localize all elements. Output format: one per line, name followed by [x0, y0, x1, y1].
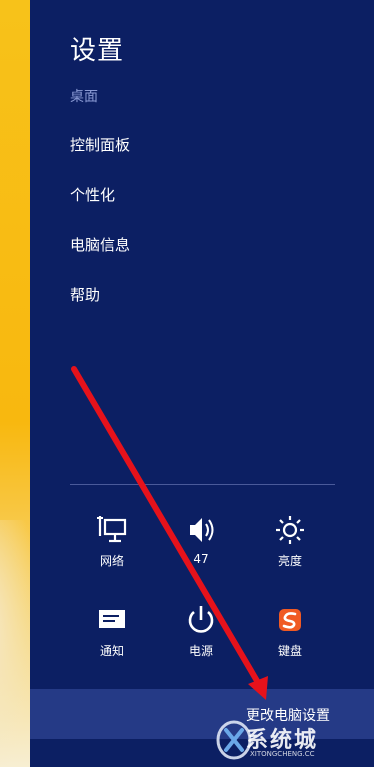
page-title: 设置 [70, 36, 125, 66]
watermark-subtext: XITONGCHENG.CC [250, 750, 315, 758]
power-label: 电源 [188, 644, 213, 658]
keyboard-button[interactable]: 键盘 [258, 602, 322, 659]
network-button[interactable]: 网络 [80, 512, 144, 569]
settings-menu: 控制面板 个性化 电脑信息 帮助 [70, 135, 130, 335]
network-label: 网络 [99, 554, 124, 568]
notifications-button[interactable]: 通知 [80, 602, 144, 659]
context-label: 桌面 [70, 89, 98, 105]
power-button[interactable]: 电源 [169, 602, 233, 659]
desktop-background [0, 0, 30, 767]
brightness-icon [258, 512, 322, 548]
brightness-label: 亮度 [277, 554, 302, 568]
volume-level: 47 [193, 552, 209, 566]
menu-item-help[interactable]: 帮助 [70, 285, 130, 335]
keyboard-label: 键盘 [277, 644, 302, 658]
menu-item-pc-info[interactable]: 电脑信息 [70, 235, 130, 285]
network-icon [80, 512, 144, 548]
notification-icon [80, 602, 144, 638]
power-icon [169, 602, 233, 638]
notifications-label: 通知 [99, 644, 124, 658]
menu-item-control-panel[interactable]: 控制面板 [70, 135, 130, 185]
menu-item-personalization[interactable]: 个性化 [70, 185, 130, 235]
settings-charm-panel: 设置 桌面 控制面板 个性化 电脑信息 帮助 网络 47 亮度 通知 电源 键盘 [30, 0, 374, 767]
sogou-ime-icon [258, 602, 322, 638]
divider [70, 484, 335, 485]
volume-button[interactable]: 47 [169, 512, 233, 566]
volume-icon [169, 512, 233, 548]
brightness-button[interactable]: 亮度 [258, 512, 322, 569]
